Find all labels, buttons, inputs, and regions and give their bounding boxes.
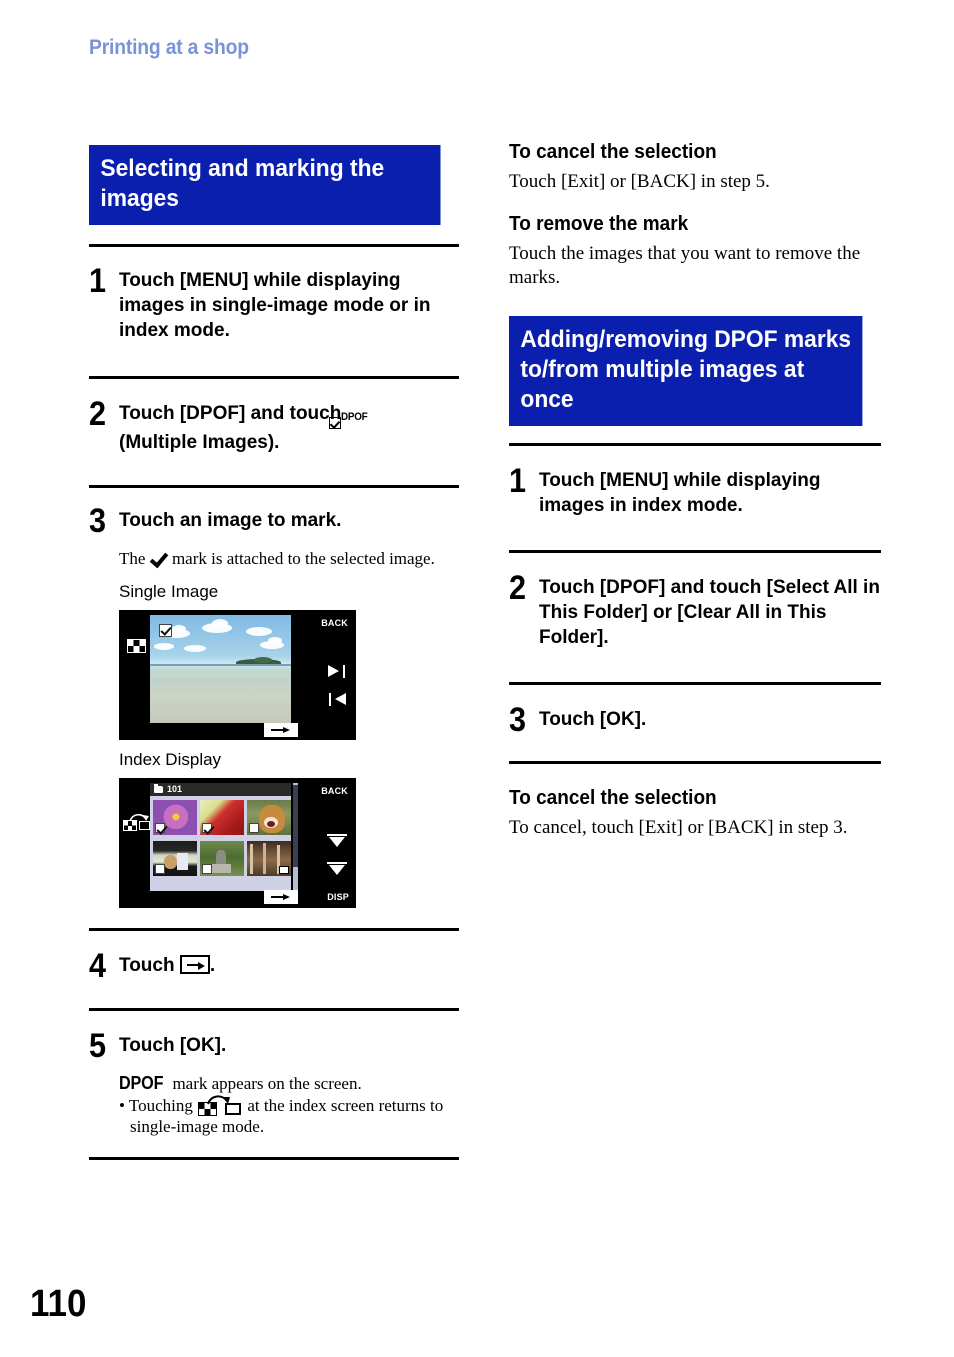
- step-number: 3: [509, 701, 527, 739]
- body-cancel-selection-2: To cancel, touch [Exit] or [BACK] in ste…: [509, 817, 848, 838]
- beach: [150, 677, 291, 723]
- step-number: 2: [509, 569, 527, 607]
- banner-line-1: Selecting and marking the: [100, 155, 385, 182]
- step-2: 2 Touch [DPOF] and touch DPOF (Multiple …: [89, 397, 459, 455]
- manual-page: Printing at a shop Selecting and marking…: [0, 0, 954, 1357]
- step-3-note: The mark is attached to the selected ima…: [119, 548, 459, 569]
- caption-single-image: Single Image: [119, 582, 219, 601]
- checkmark-icon: [150, 550, 168, 566]
- step-5: 5 Touch [OK].: [89, 1029, 459, 1063]
- step-2: 2 Touch [DPOF] and touch [Select All in …: [509, 571, 881, 650]
- thumbnail-cat-indoors[interactable]: [153, 841, 197, 876]
- enter-arrow-icon[interactable]: [264, 890, 298, 904]
- banner-line-2: images: [100, 185, 179, 212]
- step-3: 3 Touch an image to mark.: [89, 504, 459, 538]
- step-5-bullet: • Touching at the index screen returns t…: [119, 1094, 459, 1137]
- index-to-single-image-icon: [198, 1094, 242, 1116]
- running-head: Printing at a shop: [89, 36, 249, 59]
- next-image-icon[interactable]: [328, 665, 346, 678]
- step-text: Touch [DPOF] and touch [Select All in Th…: [539, 577, 880, 648]
- step-text-part: Touch [DPOF] and touch: [119, 403, 342, 424]
- step-text: Touch [MENU] while displaying images in …: [539, 470, 821, 516]
- curved-arrow-icon: [207, 1095, 231, 1105]
- step-1: 1 Touch [MENU] while displaying images i…: [89, 264, 459, 343]
- scrollbar-thumb[interactable]: [293, 785, 298, 867]
- step-text-part: (Multiple Images).: [119, 432, 280, 453]
- note-part: mark is attached to the selected image.: [167, 549, 435, 568]
- folder-number: 101: [167, 784, 183, 794]
- left-column: Selecting and marking the images 1 Touch…: [89, 145, 459, 1160]
- island-peak: [254, 657, 272, 663]
- step-number: 1: [89, 262, 107, 300]
- step-text: Touch [OK].: [119, 1035, 227, 1056]
- step-1: 1 Touch [MENU] while displaying images i…: [509, 464, 881, 518]
- section-banner-adding-removing-dpof: Adding/removing DPOF marks to/from multi…: [509, 316, 863, 426]
- step-4: 4 Touch .: [89, 949, 459, 983]
- index-to-single-image-icon[interactable]: [123, 813, 150, 831]
- section-banner-selecting-marking: Selecting and marking the images: [89, 145, 441, 225]
- banner-line-2: to/from multiple images at once: [520, 356, 805, 413]
- page-number: 110: [30, 1283, 87, 1325]
- step-number: 5: [89, 1027, 107, 1065]
- scrollbar[interactable]: [293, 783, 298, 891]
- disp-button[interactable]: DISP: [327, 892, 349, 902]
- previous-image-icon[interactable]: [328, 693, 346, 706]
- step-text: Touch .: [119, 949, 459, 978]
- step-text: Touch [DPOF] and touch DPOF (Multiple Im…: [119, 403, 368, 453]
- horizon-line: [150, 664, 291, 666]
- movie-icon: [279, 866, 289, 874]
- back-button[interactable]: BACK: [321, 618, 348, 628]
- subheading-remove-mark: To remove the mark: [509, 213, 689, 235]
- step-5-note: DPOF mark appears on the screen.: [119, 1073, 459, 1094]
- step-3: 3 Touch [OK].: [509, 703, 881, 737]
- arrow-box-icon: [179, 955, 210, 974]
- note-part: mark appears on the screen.: [168, 1074, 362, 1093]
- folder-bar: 101: [150, 783, 291, 796]
- caption-index-display: Index Display: [119, 750, 222, 769]
- enter-arrow-icon[interactable]: [264, 723, 298, 737]
- thumbnail-trees-night-movie[interactable]: [247, 841, 291, 876]
- step-number: 2: [89, 395, 107, 433]
- thumbnail-cat-on-stone[interactable]: [200, 841, 244, 876]
- thumbnail-grid: [150, 796, 291, 891]
- preview-photo: [150, 615, 291, 723]
- step-number: 4: [89, 947, 107, 985]
- scroll-down-icon[interactable]: [327, 862, 347, 876]
- right-column: To cancel the selection Touch [Exit] or …: [509, 140, 881, 840]
- subheading-cancel-selection: To cancel the selection: [509, 141, 717, 163]
- step-text: Touch an image to mark.: [119, 510, 342, 531]
- dpof-word-icon: DPOF: [119, 1073, 164, 1093]
- divider: [89, 1157, 459, 1160]
- thumbnail-purple-lotus-flower[interactable]: [153, 800, 197, 835]
- index-display-screen-illustration: 101 BACK DISP: [119, 778, 356, 908]
- step-number: 1: [509, 462, 527, 500]
- subheading-cancel-selection-2: To cancel the selection: [509, 787, 717, 809]
- step-text: Touch [MENU] while displaying images in …: [119, 270, 431, 341]
- back-button[interactable]: BACK: [321, 786, 348, 796]
- scroll-up-icon[interactable]: [327, 834, 347, 848]
- thumbnail-dog[interactable]: [247, 800, 291, 835]
- step-number: 3: [89, 502, 107, 540]
- single-image-screen-illustration: BACK: [119, 610, 356, 740]
- bullet-part: • Touching: [119, 1096, 198, 1115]
- folder-icon: [154, 784, 163, 793]
- image-checkbox[interactable]: [159, 624, 172, 637]
- step-text-part: Touch: [119, 955, 180, 976]
- body-cancel-selection: Touch [Exit] or [BACK] in step 5.: [509, 171, 770, 192]
- body-remove-mark: Touch the images that you want to remove…: [509, 243, 861, 288]
- thumbnail-red-flower[interactable]: [200, 800, 244, 835]
- banner-line-1: Adding/removing DPOF marks: [520, 326, 852, 353]
- step-text: Touch [OK].: [539, 709, 647, 730]
- step-text-part: .: [209, 955, 216, 976]
- index-view-icon[interactable]: [127, 639, 146, 653]
- note-part: The: [119, 549, 150, 568]
